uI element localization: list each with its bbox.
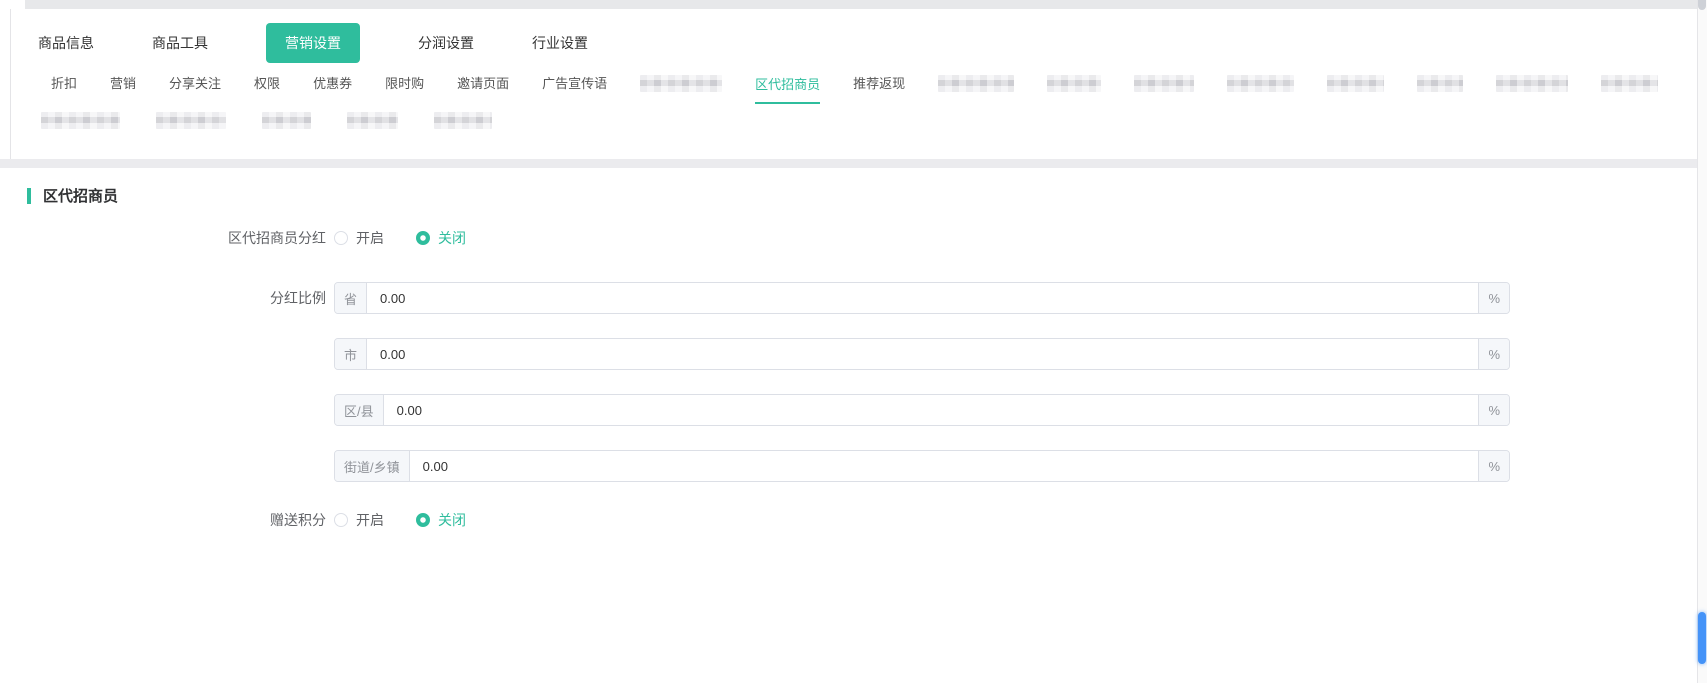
tab-profit-settings[interactable]: 分润设置	[418, 33, 474, 53]
points-radio-off[interactable]: 关闭	[416, 510, 466, 530]
tab-redacted[interactable]	[41, 112, 120, 129]
radio-unselected-icon	[334, 513, 348, 527]
secondary-tab-bar: 折扣 营销 分享关注 权限 优惠券 限时购 邀请页面 广告宣传语 区代招商员 推…	[38, 70, 1697, 96]
tab-coupons[interactable]: 优惠券	[313, 73, 352, 94]
district-prefix: 区/县	[335, 395, 384, 425]
province-ratio-input[interactable]	[367, 283, 1478, 313]
tab-marketing-settings[interactable]: 营销设置	[266, 23, 360, 63]
dividend-radio-on[interactable]: 开启	[334, 228, 384, 248]
radio-unselected-icon	[334, 231, 348, 245]
tab-redacted[interactable]	[938, 75, 1014, 92]
percent-suffix: %	[1478, 339, 1509, 369]
dividend-label: 区代招商员分红	[0, 228, 326, 248]
dividend-radio-off[interactable]: 关闭	[416, 228, 466, 248]
panel-divider	[0, 159, 1697, 168]
tab-redacted[interactable]	[1327, 75, 1384, 92]
tab-flash-sale[interactable]: 限时购	[385, 73, 424, 94]
section-title-text: 区代招商员	[43, 185, 118, 206]
primary-tab-bar: 商品信息 商品工具 营销设置 分润设置 行业设置	[38, 9, 1697, 61]
tab-redacted[interactable]	[1047, 75, 1101, 92]
tab-permissions[interactable]: 权限	[254, 73, 280, 94]
radio-off-label: 关闭	[438, 228, 466, 248]
content-panel: 区代招商员 区代招商员分红 开启 关闭 分红比例 省 % 市	[0, 168, 1697, 683]
street-ratio-input[interactable]	[410, 451, 1479, 481]
tab-district-agent[interactable]: 区代招商员	[755, 74, 820, 104]
tab-product-tools[interactable]: 商品工具	[152, 33, 208, 53]
district-ratio-input[interactable]	[384, 395, 1479, 425]
tab-redacted[interactable]	[347, 112, 398, 129]
tab-redacted[interactable]	[1417, 75, 1463, 92]
street-prefix: 街道/乡镇	[335, 451, 410, 481]
tab-redacted[interactable]	[1227, 75, 1294, 92]
tab-ad-slogan[interactable]: 广告宣传语	[542, 73, 607, 94]
radio-off-label: 关闭	[438, 510, 466, 530]
scrollbar-thumb[interactable]	[1698, 612, 1706, 664]
radio-selected-icon	[416, 231, 430, 245]
ratio-inputs: 省 % 市 % 区/县 % 街道/乡镇 %	[334, 282, 1510, 506]
tab-redacted[interactable]	[1134, 75, 1194, 92]
tab-marketing[interactable]: 营销	[110, 73, 136, 94]
percent-suffix: %	[1478, 395, 1509, 425]
radio-selected-icon	[416, 513, 430, 527]
tab-referral-cashback[interactable]: 推荐返现	[853, 73, 905, 94]
tab-redacted[interactable]	[262, 112, 311, 129]
page-top-band	[25, 0, 1697, 9]
province-prefix: 省	[335, 283, 367, 313]
points-radio-group: 开启 关闭	[334, 510, 498, 530]
percent-suffix: %	[1478, 451, 1509, 481]
scrollbar-top-cap	[1698, 0, 1706, 10]
section-accent-bar	[27, 188, 31, 204]
tab-redacted[interactable]	[156, 112, 226, 129]
radio-on-label: 开启	[356, 228, 384, 248]
tab-discount[interactable]: 折扣	[51, 73, 77, 94]
district-ratio-group: 区/县 %	[334, 394, 1510, 426]
vertical-scrollbar[interactable]	[1697, 0, 1707, 683]
tertiary-tab-bar	[38, 110, 1697, 130]
tab-product-info[interactable]: 商品信息	[38, 33, 94, 53]
tabs-panel: 商品信息 商品工具 营销设置 分润设置 行业设置 折扣 营销 分享关注 权限 优…	[11, 9, 1697, 159]
points-setting-row: 赠送积分 开启 关闭	[0, 510, 1697, 530]
points-label: 赠送积分	[0, 510, 326, 530]
tab-share-follow[interactable]: 分享关注	[169, 73, 221, 94]
city-ratio-group: 市 %	[334, 338, 1510, 370]
tab-redacted[interactable]	[1601, 75, 1658, 92]
radio-on-label: 开启	[356, 510, 384, 530]
tab-industry-settings[interactable]: 行业设置	[532, 33, 588, 53]
province-ratio-group: 省 %	[334, 282, 1510, 314]
tab-redacted[interactable]	[1496, 75, 1568, 92]
section-header: 区代招商员	[27, 185, 1697, 206]
city-ratio-input[interactable]	[367, 339, 1478, 369]
tab-redacted[interactable]	[640, 75, 722, 92]
percent-suffix: %	[1478, 283, 1509, 313]
street-ratio-group: 街道/乡镇 %	[334, 450, 1510, 482]
dividend-setting-row: 区代招商员分红 开启 关闭	[0, 228, 1697, 248]
city-prefix: 市	[335, 339, 367, 369]
points-radio-on[interactable]: 开启	[334, 510, 384, 530]
ratio-setting-row: 分红比例 省 % 市 % 区/县 % 街道/乡镇 %	[0, 282, 1697, 506]
dividend-radio-group: 开启 关闭	[334, 228, 498, 248]
ratio-label: 分红比例	[0, 282, 326, 314]
tab-invite-page[interactable]: 邀请页面	[457, 73, 509, 94]
tab-redacted[interactable]	[434, 112, 492, 129]
